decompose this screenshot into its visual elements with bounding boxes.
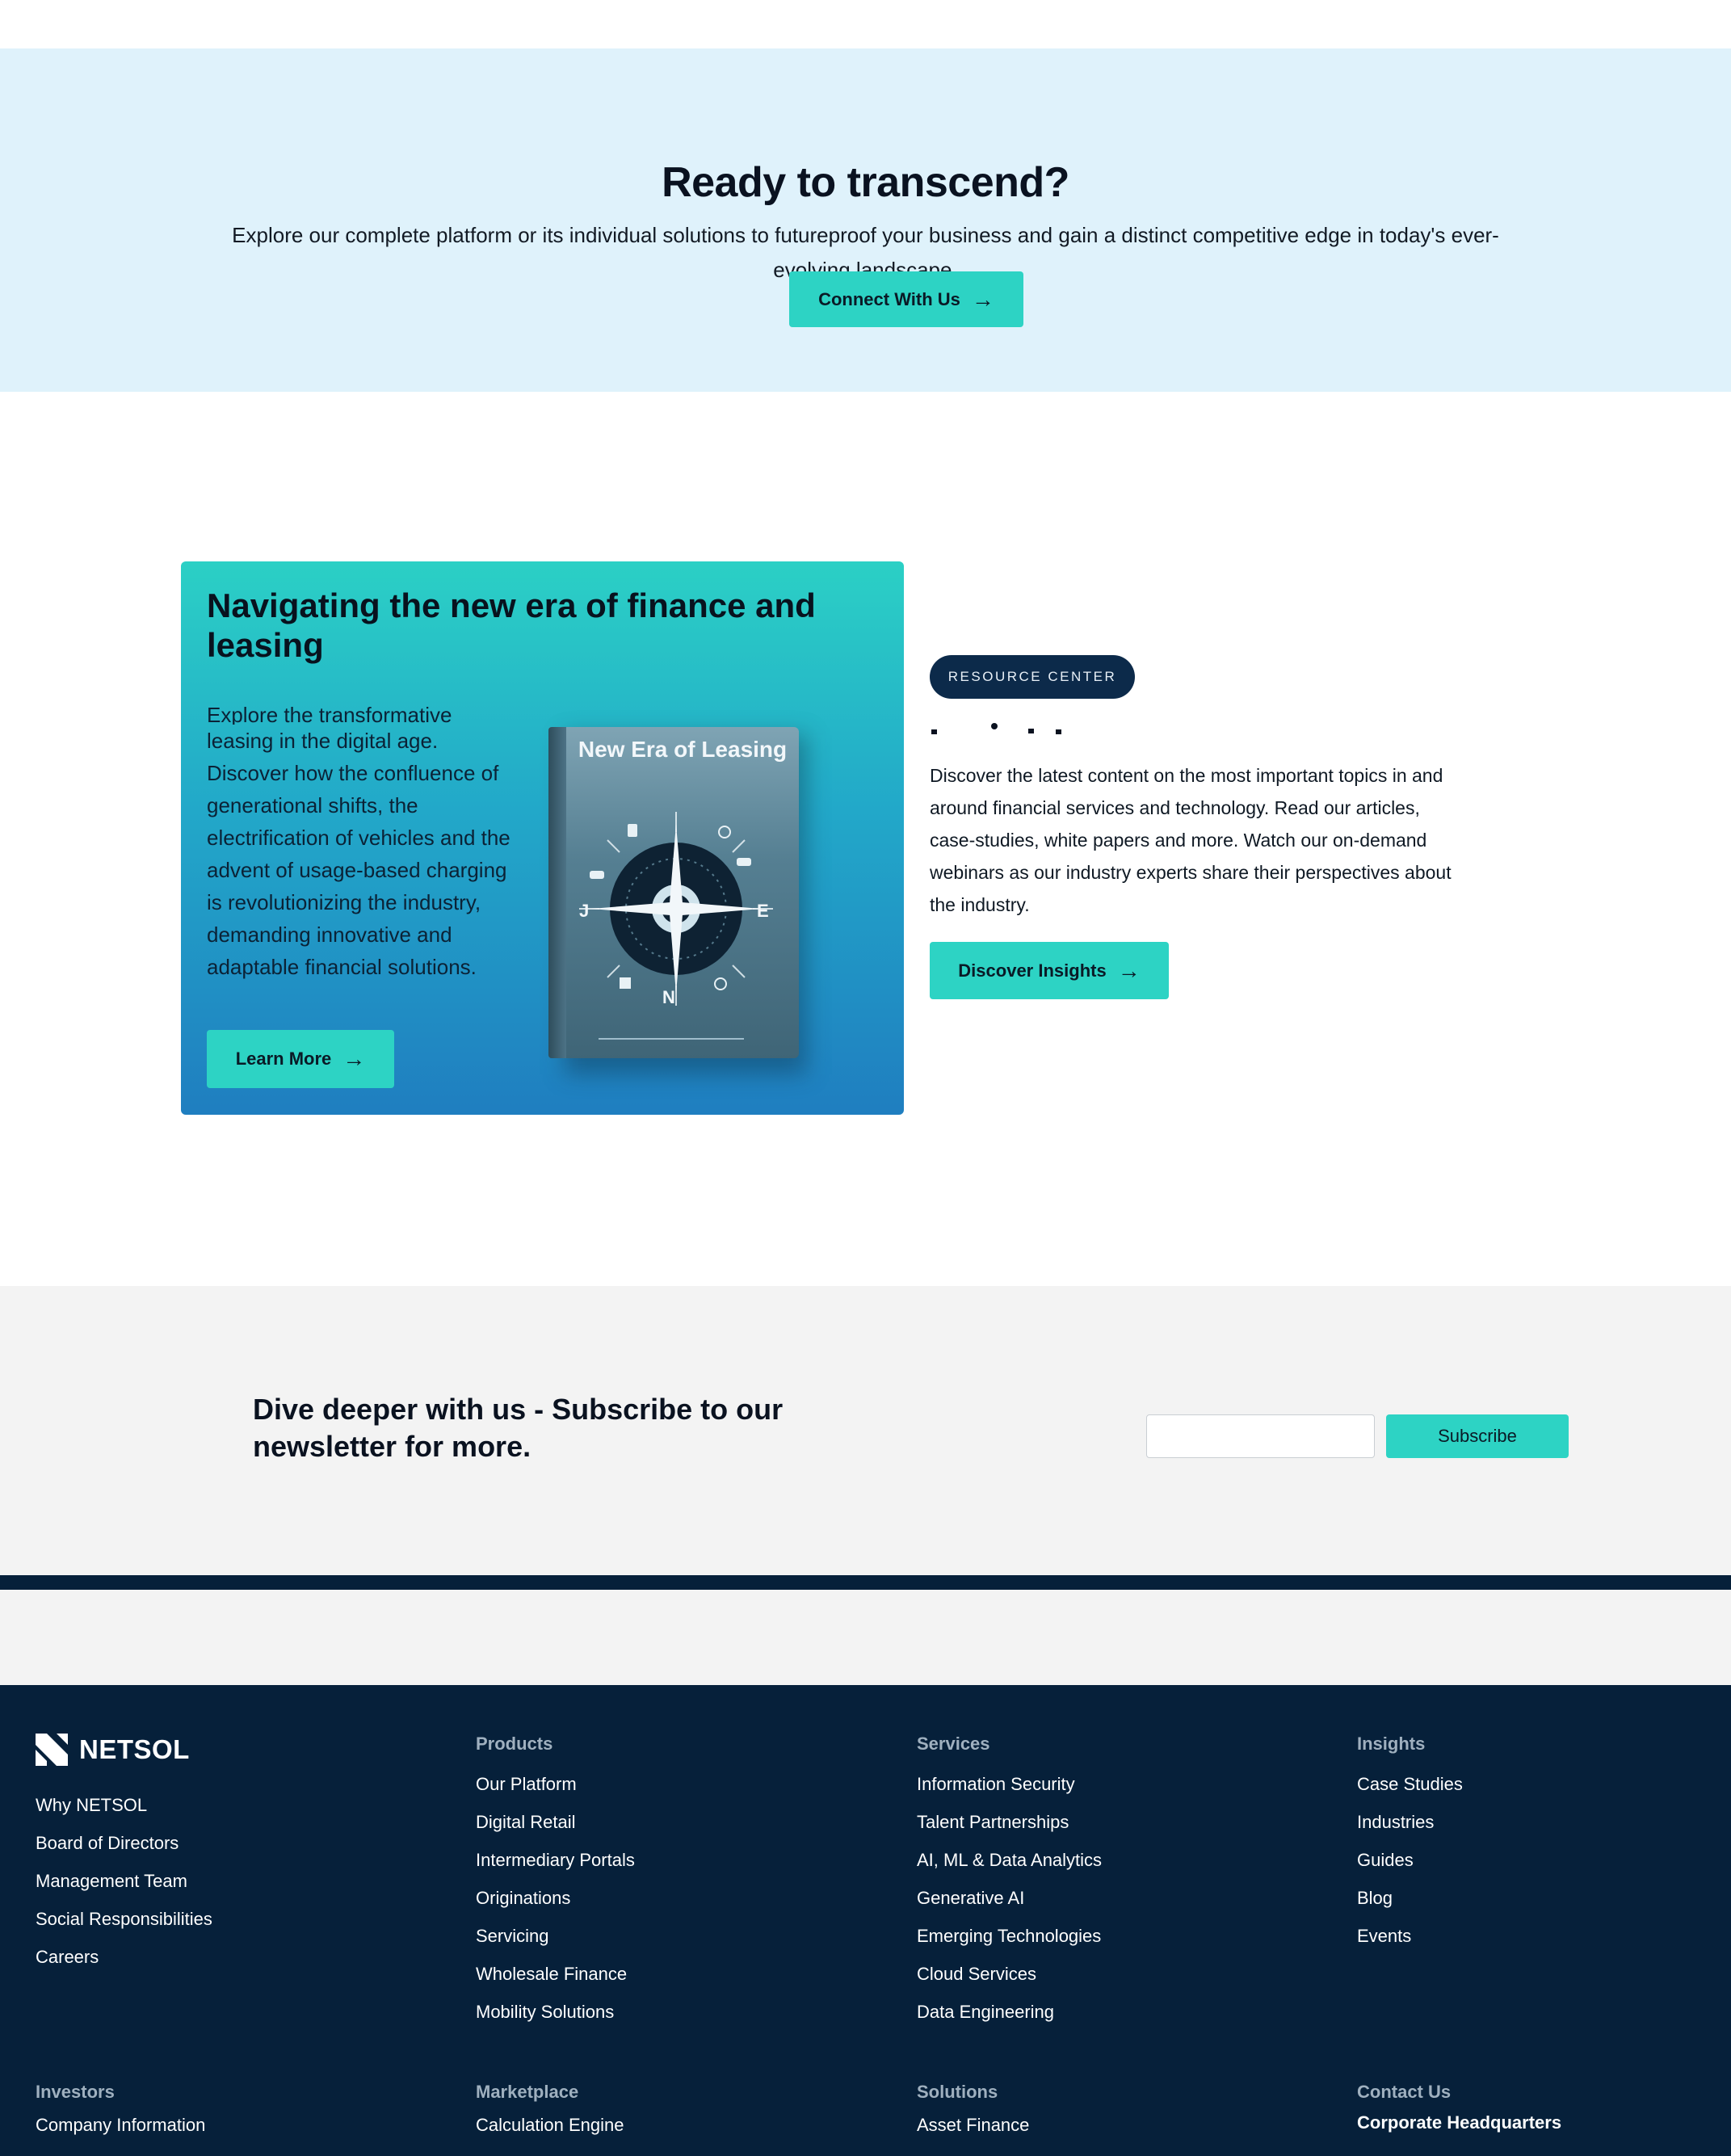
- netsol-logo-icon: [36, 1734, 68, 1766]
- compass-illustration: [579, 812, 773, 1006]
- footer-column-insights: Insights Case Studies Industries Guides …: [1357, 1734, 1463, 1964]
- ebook-cover-image: New Era of Leasing N J: [548, 727, 807, 1074]
- footer-link[interactable]: Generative AI: [917, 1888, 1102, 1926]
- spacer-band: [0, 1590, 1731, 1685]
- corporate-headquarters-label: Corporate Headquarters: [1357, 2112, 1562, 2133]
- footer-link[interactable]: Data Engineering: [917, 2002, 1102, 2040]
- footer: NETSOL Why NETSOL Board of Directors Man…: [0, 1685, 1731, 2156]
- footer-link[interactable]: Events: [1357, 1926, 1463, 1964]
- newsletter-title: Dive deeper with us - Subscribe to our n…: [253, 1393, 784, 1463]
- footer-link[interactable]: Talent Partnerships: [917, 1812, 1102, 1850]
- feature-description-first-line: Explore the transformative: [207, 703, 452, 725]
- divider-bar: [0, 1575, 1731, 1590]
- footer-column-marketplace: Marketplace Calculation Engine: [476, 2082, 624, 2136]
- top-strip: [0, 0, 1731, 48]
- footer-column-heading: Insights: [1357, 1734, 1426, 1754]
- footer-link[interactable]: Mobility Solutions: [476, 2002, 635, 2040]
- learn-more-button[interactable]: Learn More →: [207, 1030, 394, 1088]
- resource-center-text: Discover the latest content on the most …: [930, 765, 1452, 915]
- feature-card: Navigating the new era of finance and le…: [181, 561, 904, 1115]
- arrow-right-icon: →: [1117, 957, 1141, 983]
- footer-link[interactable]: Calculation Engine: [476, 2115, 624, 2136]
- footer-link[interactable]: Board of Directors: [36, 1833, 212, 1871]
- footer-link[interactable]: Our Platform: [476, 1774, 635, 1812]
- newsletter-section: Dive deeper with us - Subscribe to our n…: [0, 1286, 1731, 1575]
- cta-title: Ready to transcend?: [662, 159, 1069, 206]
- footer-link[interactable]: Why NETSOL: [36, 1795, 212, 1833]
- footer-link[interactable]: Servicing: [476, 1926, 635, 1964]
- footer-column-heading: Services: [917, 1734, 990, 1754]
- footer-logo[interactable]: NETSOL: [36, 1734, 190, 1766]
- compass-label-bottom: N: [662, 987, 675, 1007]
- footer-column-heading: Marketplace: [476, 2082, 579, 2102]
- footer-link[interactable]: Intermediary Portals: [476, 1850, 635, 1888]
- feature-title: Navigating the new era of finance and le…: [207, 586, 816, 664]
- feature-description: Explore the transformative leasing in th…: [207, 699, 522, 983]
- feature-description-rest: leasing in the digital age. Discover how…: [207, 729, 510, 979]
- footer-link[interactable]: AI, ML & Data Analytics: [917, 1850, 1102, 1888]
- ebook-title: New Era of Leasing: [578, 737, 788, 762]
- newsletter-email-input[interactable]: [1146, 1414, 1375, 1458]
- arrow-right-icon: →: [971, 286, 994, 312]
- footer-column-heading: Investors: [36, 2082, 115, 2102]
- cta-section: Ready to transcend? Explore our complete…: [0, 48, 1731, 392]
- arrow-right-icon: →: [342, 1046, 366, 1071]
- footer-link[interactable]: Careers: [36, 1947, 212, 1985]
- footer-link[interactable]: Originations: [476, 1888, 635, 1926]
- subscribe-button[interactable]: Subscribe: [1386, 1414, 1569, 1458]
- footer-link[interactable]: Wholesale Finance: [476, 1964, 635, 2002]
- compass-label-right: E: [757, 901, 769, 921]
- footer-link[interactable]: Emerging Technologies: [917, 1926, 1102, 1964]
- decorative-dots: [931, 723, 1061, 734]
- footer-link[interactable]: Cloud Services: [917, 1964, 1102, 2002]
- brand-name: NETSOL: [79, 1734, 190, 1764]
- footer-link[interactable]: Asset Finance: [917, 2115, 1029, 2136]
- footer-column-contact: Contact Us Corporate Headquarters: [1357, 2082, 1561, 2133]
- connect-with-us-label: Connect With Us: [818, 288, 960, 309]
- footer-link[interactable]: Digital Retail: [476, 1812, 635, 1850]
- footer-column-heading: Contact Us: [1357, 2082, 1452, 2102]
- compass-label-left: J: [579, 901, 590, 921]
- footer-link[interactable]: Industries: [1357, 1812, 1463, 1850]
- learn-more-label: Learn More: [235, 1049, 332, 1069]
- footer-link[interactable]: Blog: [1357, 1888, 1463, 1926]
- discover-insights-label: Discover Insights: [958, 960, 1107, 981]
- footer-column-products: Products Our Platform Digital Retail Int…: [476, 1734, 635, 2040]
- resource-center-badge: RESOURCE CENTER: [930, 655, 1135, 699]
- footer-column-investors: Investors Company Information: [36, 2082, 205, 2136]
- footer-link[interactable]: Social Responsibilities: [36, 1909, 212, 1947]
- footer-link[interactable]: Guides: [1357, 1850, 1463, 1888]
- footer-link[interactable]: Management Team: [36, 1871, 212, 1909]
- discover-insights-button[interactable]: Discover Insights →: [930, 942, 1169, 999]
- footer-column-services: Services Information Security Talent Par…: [917, 1734, 1102, 2040]
- connect-with-us-button[interactable]: Connect With Us →: [789, 271, 1023, 327]
- footer-column-solutions: Solutions Asset Finance: [917, 2082, 1029, 2136]
- footer-link[interactable]: Information Security: [917, 1774, 1102, 1812]
- footer-column-heading: Solutions: [917, 2082, 998, 2102]
- footer-column-heading: Products: [476, 1734, 553, 1754]
- footer-link[interactable]: Company Information: [36, 2115, 205, 2136]
- footer-link[interactable]: Case Studies: [1357, 1774, 1463, 1812]
- about-links: Why NETSOL Board of Directors Management…: [36, 1795, 212, 1985]
